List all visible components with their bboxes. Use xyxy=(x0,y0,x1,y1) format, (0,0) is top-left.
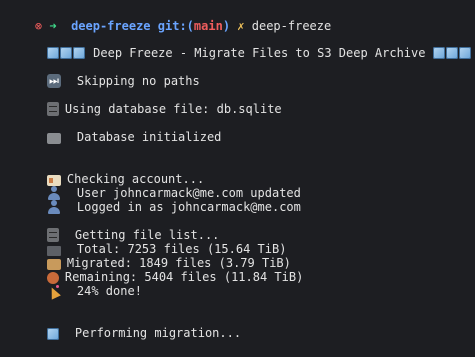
ice-cube-icon xyxy=(432,47,445,59)
party-popper-icon xyxy=(47,284,61,298)
folder-icon xyxy=(46,133,61,144)
banner-line: Deep Freeze - Migrate Files to S3 Deep A… xyxy=(18,29,472,60)
logged-in-line: Logged in as johncarmack@me.com xyxy=(18,183,301,214)
db-init-line: Database initialized xyxy=(18,113,221,144)
terminal-window[interactable]: ⊗ ➜ deep-freeze git:(main) ✗ deep-freeze… xyxy=(0,0,475,340)
ice-cube-icon xyxy=(46,328,59,340)
db-file-line: Using database file: db.sqlite xyxy=(18,85,282,116)
skipping-line: Skipping no paths xyxy=(18,57,200,89)
db-init-text: Database initialized xyxy=(76,130,222,144)
done-text: 24% done! xyxy=(76,284,142,298)
done-line: 24% done! xyxy=(18,267,142,298)
performing-line: Performing migration... xyxy=(18,309,241,340)
ice-cube-icon xyxy=(445,47,458,59)
ice-cube-icon xyxy=(458,47,471,59)
prompt-line: ⊗ ➜ deep-freeze git:(main) ✗ deep-freeze xyxy=(6,2,331,33)
